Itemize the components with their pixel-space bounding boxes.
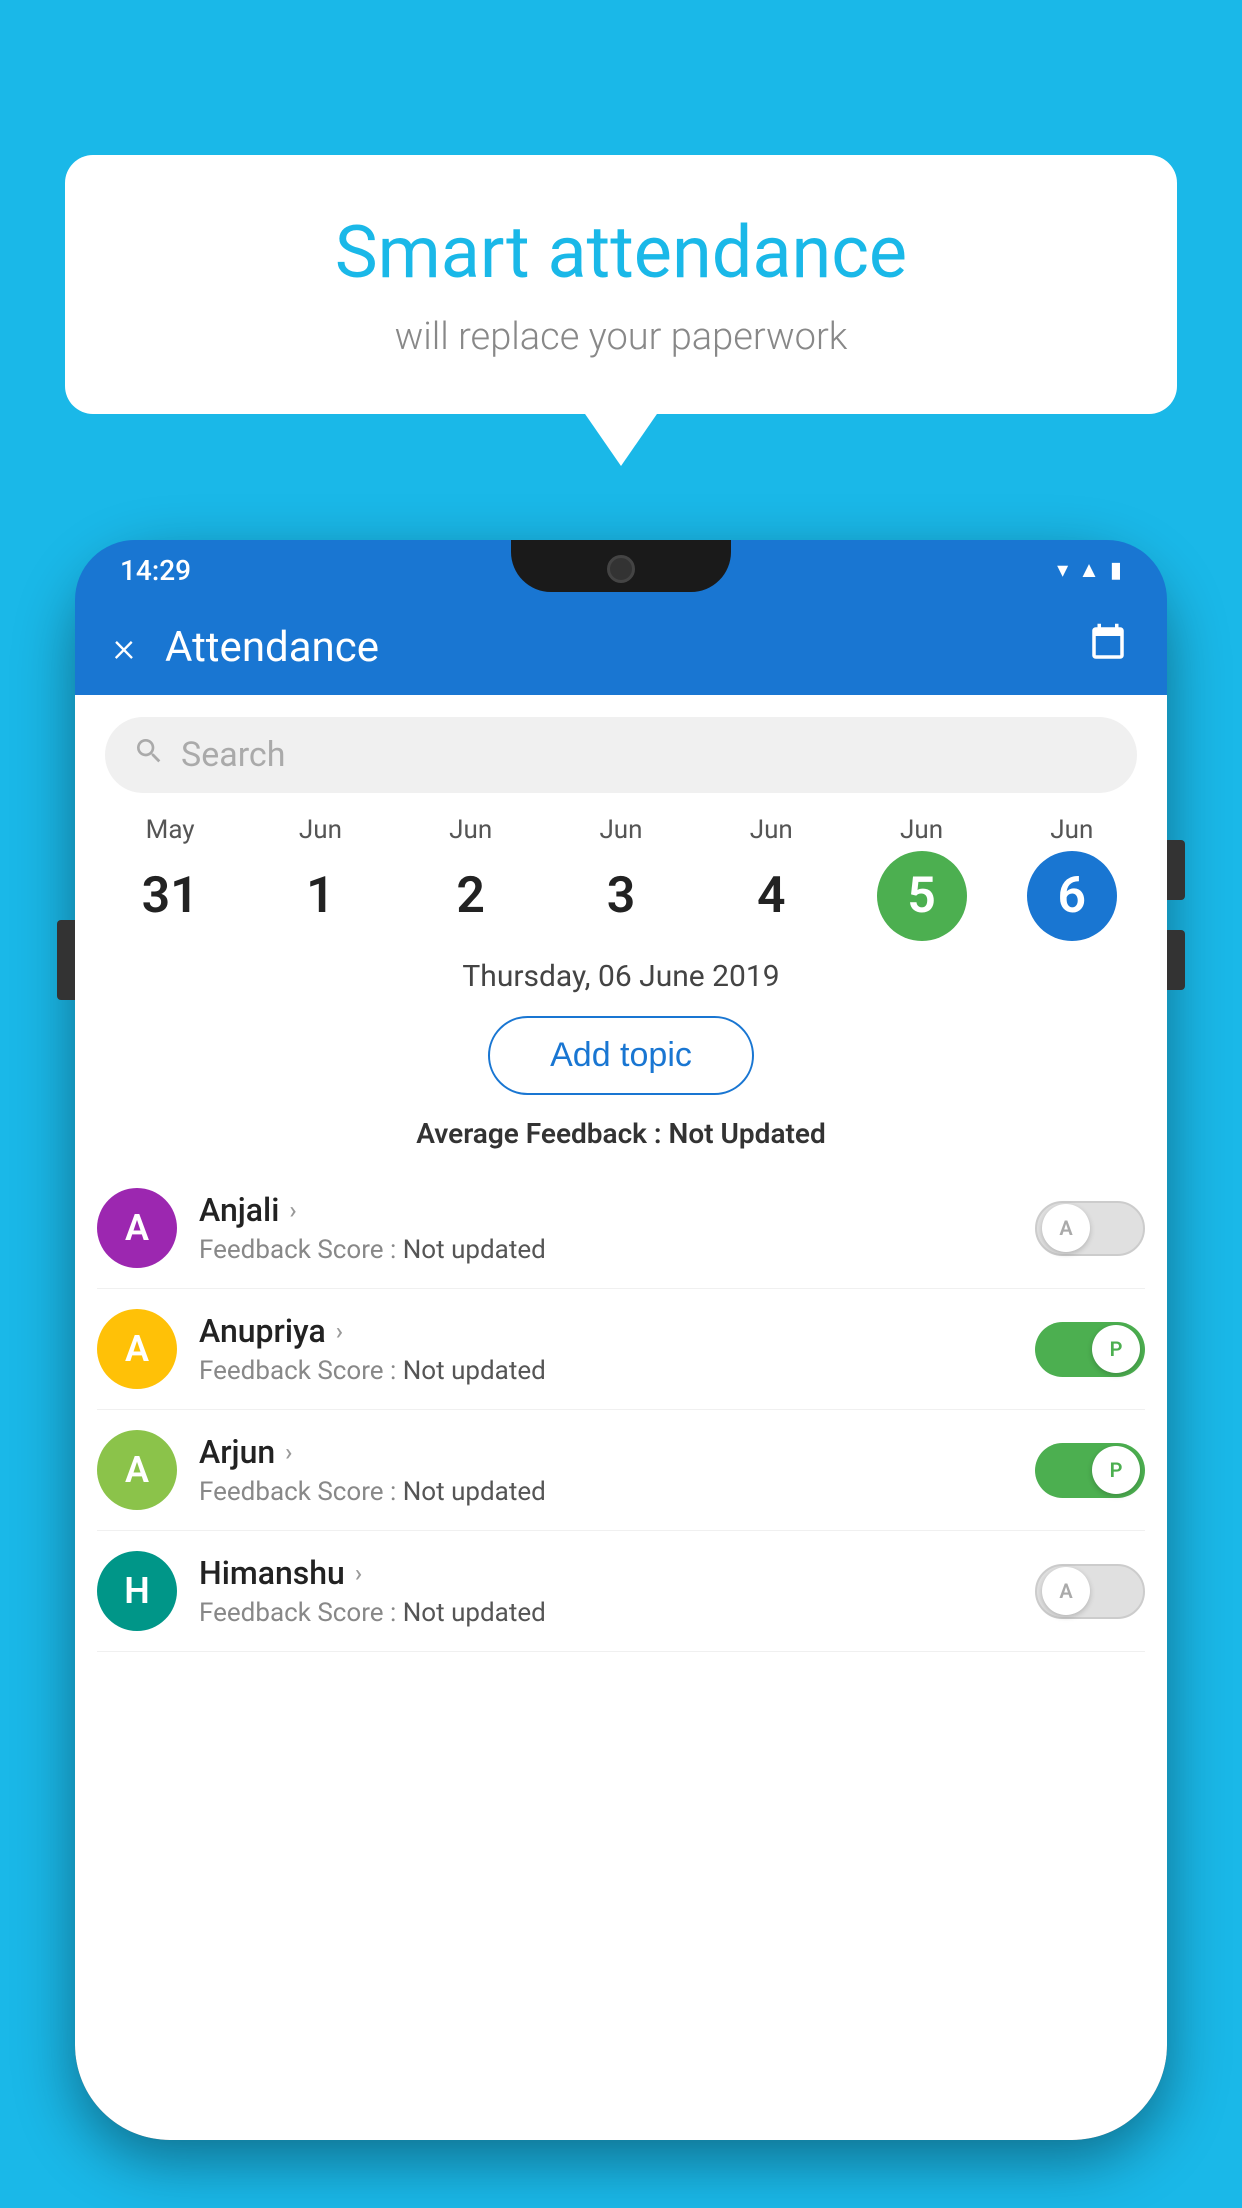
attendance-toggle[interactable]: A <box>1035 1564 1145 1619</box>
toggle-wrapper: P <box>1035 1443 1145 1498</box>
toggle-knob: A <box>1042 1567 1090 1615</box>
search-input[interactable]: Search <box>181 735 285 775</box>
selected-date-label: Thursday, 06 June 2019 <box>75 959 1167 994</box>
date-month: Jun <box>599 815 642 845</box>
date-number[interactable]: 5 <box>877 851 967 941</box>
app-header: × Attendance <box>75 600 1167 695</box>
date-item[interactable]: May 31 <box>120 815 220 941</box>
student-item: H Himanshu › Feedback Score : Not updated A <box>97 1531 1145 1652</box>
avatar: A <box>97 1430 177 1510</box>
student-item: A Anjali › Feedback Score : Not updated A <box>97 1168 1145 1289</box>
date-item[interactable]: Jun 5 <box>872 815 972 941</box>
chevron-icon: › <box>289 1196 296 1224</box>
chevron-icon: › <box>355 1559 362 1587</box>
avg-feedback-label: Average Feedback : <box>416 1117 668 1150</box>
toggle-wrapper: A <box>1035 1201 1145 1256</box>
date-month: Jun <box>750 815 793 845</box>
bubble-title: Smart attendance <box>125 210 1117 295</box>
student-info: Anjali › Feedback Score : Not updated <box>199 1191 1013 1265</box>
attendance-toggle[interactable]: P <box>1035 1322 1145 1377</box>
toggle-knob: P <box>1092 1325 1140 1373</box>
screen-content: Search May 31 Jun 1 Jun 2 Jun 3 Jun 4 Jun 5 Jun 6 Thu… <box>75 695 1167 2140</box>
date-month: Jun <box>299 815 342 845</box>
speech-bubble-container: Smart attendance will replace your paper… <box>65 155 1177 414</box>
side-button-power <box>1167 840 1185 900</box>
date-item[interactable]: Jun 2 <box>421 815 521 941</box>
date-number[interactable]: 6 <box>1027 851 1117 941</box>
student-list: AAnjali ›Feedback Score : Not updatedAAA… <box>75 1168 1167 1652</box>
student-info: Anupriya › Feedback Score : Not updated <box>199 1312 1013 1386</box>
date-row: May 31 Jun 1 Jun 2 Jun 3 Jun 4 Jun 5 Jun 6 <box>75 815 1167 941</box>
search-bar[interactable]: Search <box>105 717 1137 793</box>
student-name[interactable]: Arjun › <box>199 1433 1013 1471</box>
feedback-score: Feedback Score : Not updated <box>199 1235 1013 1265</box>
student-name[interactable]: Anupriya › <box>199 1312 1013 1350</box>
avg-feedback-value: Not Updated <box>669 1117 826 1150</box>
date-number[interactable]: 3 <box>576 851 666 941</box>
chevron-icon: › <box>285 1438 292 1466</box>
date-number[interactable]: 4 <box>726 851 816 941</box>
close-button[interactable]: × <box>113 627 135 669</box>
status-icons: ▾ ▲ ▮ <box>1057 557 1122 583</box>
avatar: A <box>97 1188 177 1268</box>
bubble-subtitle: will replace your paperwork <box>125 315 1117 359</box>
feedback-score: Feedback Score : Not updated <box>199 1477 1013 1507</box>
speech-bubble: Smart attendance will replace your paper… <box>65 155 1177 414</box>
avatar: H <box>97 1551 177 1631</box>
wifi-icon: ▾ <box>1057 558 1068 583</box>
date-number[interactable]: 1 <box>275 851 365 941</box>
student-item: A Anupriya › Feedback Score : Not updated P <box>97 1289 1145 1410</box>
battery-icon: ▮ <box>1110 558 1122 583</box>
student-name[interactable]: Anjali › <box>199 1191 1013 1229</box>
toggle-knob: P <box>1092 1446 1140 1494</box>
attendance-toggle[interactable]: P <box>1035 1443 1145 1498</box>
date-item[interactable]: Jun 3 <box>571 815 671 941</box>
status-time: 14:29 <box>120 554 191 587</box>
add-topic-button[interactable]: Add topic <box>488 1016 754 1095</box>
date-month: Jun <box>900 815 943 845</box>
side-button-volume-down <box>1167 930 1185 990</box>
feedback-score: Feedback Score : Not updated <box>199 1598 1013 1628</box>
date-item[interactable]: Jun 4 <box>721 815 821 941</box>
camera <box>607 555 635 583</box>
feedback-score: Feedback Score : Not updated <box>199 1356 1013 1386</box>
avg-feedback: Average Feedback : Not Updated <box>75 1117 1167 1150</box>
date-item[interactable]: Jun 1 <box>270 815 370 941</box>
student-info: Arjun › Feedback Score : Not updated <box>199 1433 1013 1507</box>
toggle-knob: A <box>1042 1204 1090 1252</box>
phone-frame: 14:29 ▾ ▲ ▮ × Attendance <box>75 540 1167 2140</box>
date-number[interactable]: 2 <box>426 851 516 941</box>
toggle-wrapper: P <box>1035 1322 1145 1377</box>
student-name[interactable]: Himanshu › <box>199 1554 1013 1592</box>
student-item: A Arjun › Feedback Score : Not updated P <box>97 1410 1145 1531</box>
calendar-icon[interactable] <box>1087 622 1129 673</box>
date-item[interactable]: Jun 6 <box>1022 815 1122 941</box>
phone-wrapper: 14:29 ▾ ▲ ▮ × Attendance <box>75 540 1167 2208</box>
toggle-wrapper: A <box>1035 1564 1145 1619</box>
chevron-icon: › <box>336 1317 343 1345</box>
date-number[interactable]: 31 <box>125 851 215 941</box>
attendance-toggle[interactable]: A <box>1035 1201 1145 1256</box>
date-month: May <box>146 815 195 845</box>
avatar: A <box>97 1309 177 1389</box>
signal-icon: ▲ <box>1078 557 1100 583</box>
date-month: Jun <box>449 815 492 845</box>
date-month: Jun <box>1050 815 1093 845</box>
header-title: Attendance <box>165 623 1057 672</box>
side-button-volume <box>57 920 75 1000</box>
search-icon <box>133 735 165 775</box>
student-info: Himanshu › Feedback Score : Not updated <box>199 1554 1013 1628</box>
notch <box>511 540 731 592</box>
